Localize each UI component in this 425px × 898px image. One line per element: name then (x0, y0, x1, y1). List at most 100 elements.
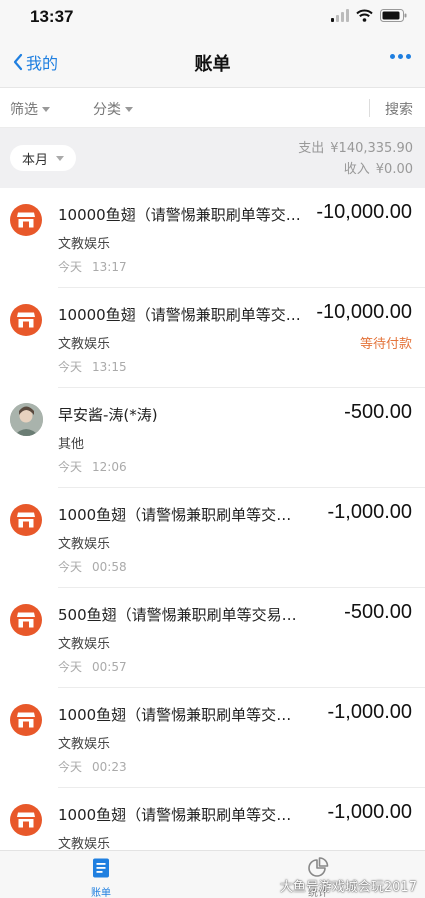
transaction-category: 文教娱乐 (58, 537, 111, 552)
transaction-day: 今天 (58, 560, 83, 574)
month-selector[interactable]: 本月 (10, 145, 77, 171)
status-icons (331, 9, 407, 22)
transaction-category: 文教娱乐 (58, 637, 111, 652)
transaction-amount: -1,000.00 (327, 701, 412, 723)
expense-value: ¥140,335.90 (330, 141, 413, 156)
transaction-row[interactable]: 1000鱼翅（请警惕兼职刷单等交易诈骗） -1,000.00 文教娱乐今天 00:23 (0, 688, 425, 788)
caret-down-icon (42, 106, 50, 112)
transaction-time: 今天 00:58 (58, 558, 127, 575)
income-value: ¥0.00 (375, 162, 413, 177)
income-label: 收入 (343, 162, 370, 177)
transaction-amount: -500.00 (344, 401, 412, 423)
transaction-title: 1000鱼翅（请警惕兼职刷单等交易诈骗） (58, 506, 303, 524)
category-dropdown[interactable]: 分类 (93, 99, 133, 119)
totals: 支出 ¥140,335.90 收入 ¥0.00 (298, 138, 413, 180)
tab-bill-label: 账单 (91, 888, 111, 898)
tab-statistics-label: 统计 (308, 888, 328, 898)
transaction-amount: -1,000.00 (327, 801, 412, 823)
income-total: 收入 ¥0.00 (298, 159, 413, 180)
category-label: 分类 (93, 102, 121, 118)
transaction-clock: 00:23 (92, 760, 127, 774)
shop-icon-badge (10, 204, 42, 236)
transaction-title: 500鱼翅（请警惕兼职刷单等交易诈骗） (58, 606, 303, 624)
shop-icon (17, 212, 35, 228)
shop-icon-badge (10, 804, 42, 836)
shop-icon-badge (10, 304, 42, 336)
status-time: 13:37 (30, 7, 74, 26)
tab-bill[interactable]: 账单 (71, 857, 131, 898)
battery-icon (380, 9, 407, 22)
transaction-title: 10000鱼翅（请警惕兼职刷单等交易诈骗） (58, 306, 303, 324)
tab-bar: 账单 统计 (0, 850, 425, 898)
user-avatar-image (10, 403, 43, 436)
transaction-clock: 12:06 (92, 460, 127, 474)
transaction-time: 今天 13:15 (58, 358, 127, 375)
transaction-time: 今天 13:17 (58, 258, 127, 275)
transaction-clock: 13:17 (92, 260, 127, 274)
shop-icon-badge (10, 604, 42, 636)
shop-icon-badge (10, 704, 42, 736)
transaction-category: 文教娱乐 (58, 337, 111, 352)
transaction-day: 今天 (58, 660, 83, 674)
transaction-title: 早安酱-涛(*涛) (58, 406, 158, 424)
transaction-day: 今天 (58, 360, 83, 374)
signal-icon (331, 9, 349, 22)
transaction-amount: -10,000.00 (316, 301, 412, 323)
filter-dropdown[interactable]: 筛选 (10, 99, 50, 119)
transaction-row[interactable]: 10000鱼翅（请警惕兼职刷单等交易诈骗） -10,000.00 文教娱乐 等待付款今… (0, 288, 425, 388)
nav-bar: 我的 账单 (0, 36, 425, 88)
caret-down-icon (125, 106, 133, 112)
shop-icon-badge (10, 504, 42, 536)
tab-statistics[interactable]: 统计 (288, 857, 348, 898)
transaction-category: 文教娱乐 (58, 837, 111, 850)
transaction-row[interactable]: 早安酱-涛(*涛) -500.00 其他今天 12:06 (0, 388, 425, 488)
transaction-title: 1000鱼翅（请警惕兼职刷单等交易诈骗） (58, 706, 303, 724)
more-icon[interactable] (390, 54, 411, 59)
transaction-day: 今天 (58, 760, 83, 774)
transaction-list: 10000鱼翅（请警惕兼职刷单等交易诈骗）-10,000.00文教娱乐今天13:… (0, 188, 425, 850)
back-button[interactable]: 我的 (12, 50, 58, 74)
transaction-clock: 13:15 (92, 360, 127, 374)
transaction-title: 1000鱼翅（请警惕兼职刷单等交易诈骗） (58, 806, 303, 824)
pie-chart-icon (308, 857, 329, 877)
transaction-time: 今天 00:57 (58, 658, 127, 675)
transaction-row[interactable]: 10000鱼翅（请警惕兼职刷单等交易诈骗） -10,000.00 文教娱乐今天 13:… (0, 188, 425, 288)
filter-label: 筛选 (10, 102, 38, 118)
month-label: 本月 (22, 152, 49, 168)
shop-icon (17, 612, 35, 628)
page-title: 账单 (194, 54, 231, 75)
transaction-amount: -1,000.00 (327, 501, 412, 523)
back-label: 我的 (26, 54, 59, 73)
avatar (10, 403, 43, 436)
month-summary: 本月 支出 ¥140,335.90 收入 ¥0.00 (0, 128, 425, 188)
caret-down-icon (56, 155, 65, 161)
chevron-left-icon (13, 53, 23, 71)
transaction-row[interactable]: 500鱼翅（请警惕兼职刷单等交易诈骗） -500.00 文教娱乐今天 00:57 (0, 588, 425, 688)
shop-icon (17, 812, 35, 828)
shop-icon (17, 712, 35, 728)
expense-label: 支出 (298, 141, 325, 156)
transaction-category: 其他 (58, 437, 85, 452)
transaction-row[interactable]: 1000鱼翅（请警惕兼职刷单等交易诈骗） -1,000.00 文教娱乐今天 00:58 (0, 488, 425, 588)
transaction-clock: 00:57 (92, 660, 127, 674)
transaction-amount: -10,000.00 (316, 201, 412, 223)
transaction-category: 文教娱乐 (58, 237, 111, 252)
shop-icon (17, 512, 35, 528)
transaction-row[interactable]: 1000鱼翅（请警惕兼职刷单等交易诈骗） -1,000.00 文教娱乐 (0, 788, 425, 850)
transaction-status: 等待付款 (359, 337, 412, 352)
divider (369, 99, 370, 117)
filter-bar: 筛选 分类 搜索 (0, 88, 425, 128)
status-bar: 13:37 (0, 0, 425, 36)
wifi-icon (356, 9, 373, 22)
search-button[interactable]: 搜索 (385, 99, 413, 119)
transaction-day: 今天 (58, 260, 83, 274)
transaction-category: 文教娱乐 (58, 737, 111, 752)
transaction-clock: 00:58 (92, 560, 127, 574)
transaction-amount: -500.00 (344, 601, 412, 623)
transaction-title: 10000鱼翅（请警惕兼职刷单等交易诈骗） (58, 206, 303, 224)
expense-total: 支出 ¥140,335.90 (298, 138, 413, 159)
transaction-day: 今天 (58, 460, 83, 474)
shop-icon (17, 312, 35, 328)
bill-icon (93, 858, 109, 878)
transaction-time: 今天 12:06 (58, 458, 127, 475)
